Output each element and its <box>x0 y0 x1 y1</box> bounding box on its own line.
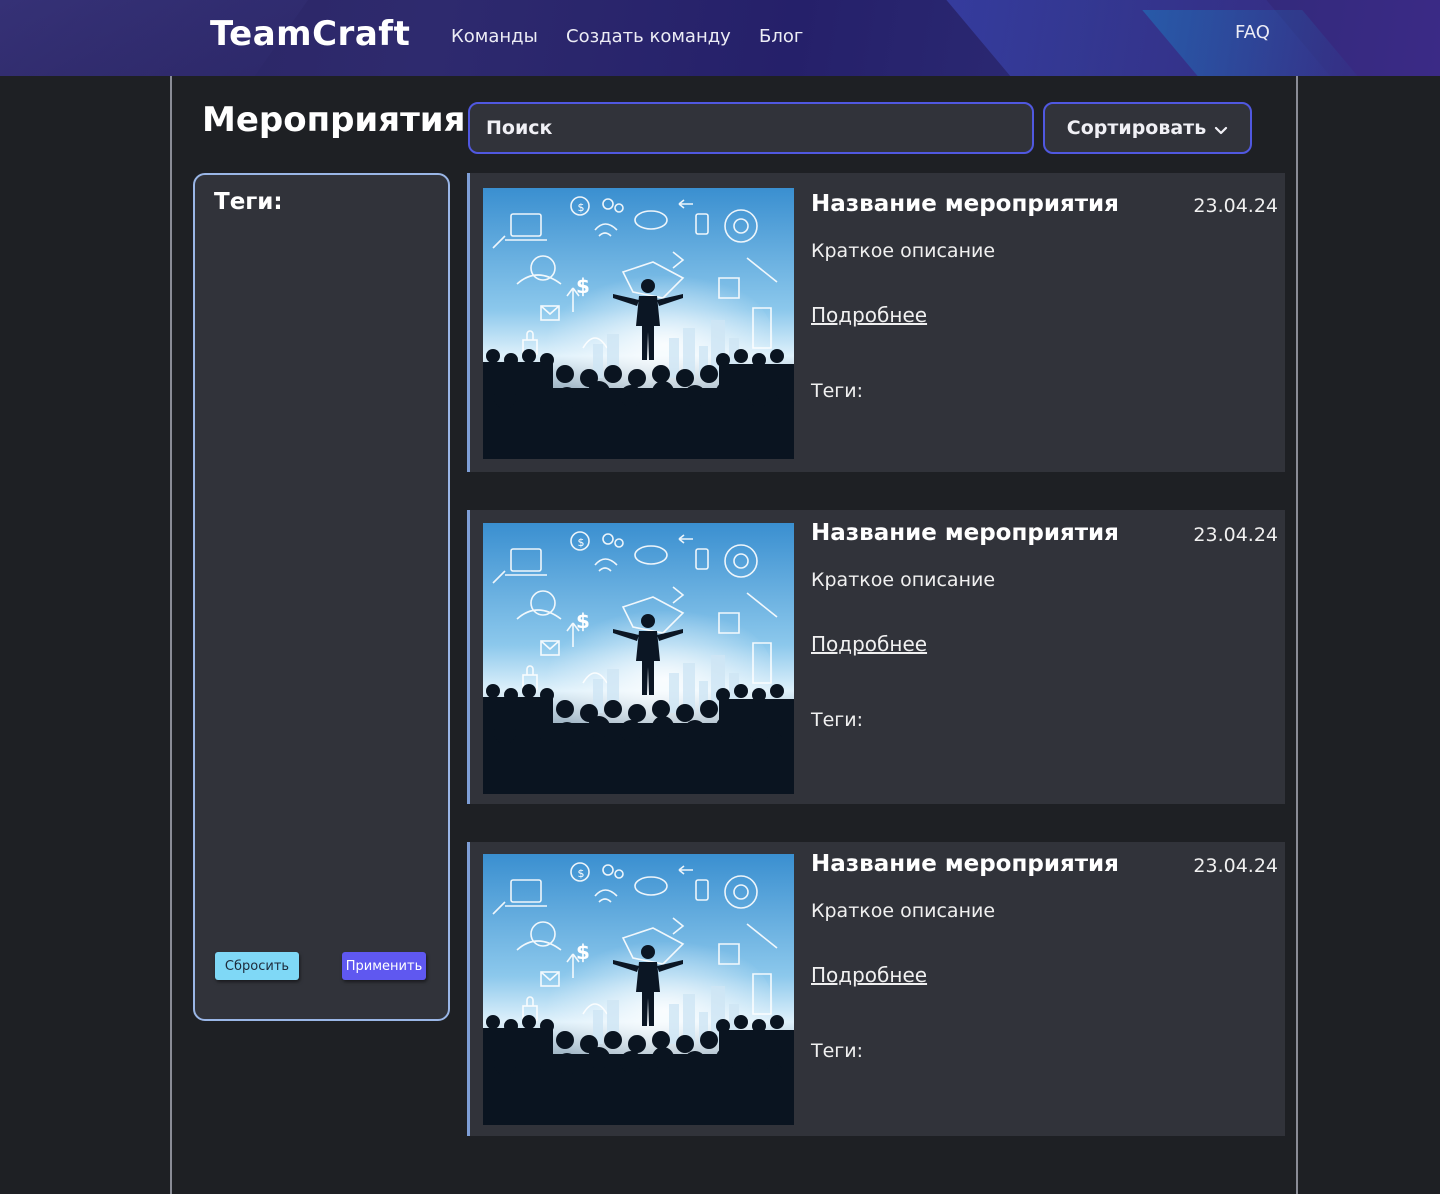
event-details-link[interactable]: Подробнее <box>811 303 927 327</box>
tags-panel-title: Теги: <box>214 189 283 215</box>
tags-filter-panel: Теги: Сбросить Применить <box>193 173 450 1021</box>
site-logo[interactable]: TeamCraft <box>210 14 410 54</box>
event-details-link[interactable]: Подробнее <box>811 632 927 656</box>
search-placeholder: Поиск <box>486 117 553 139</box>
search-input[interactable]: Поиск <box>468 102 1034 154</box>
chevron-down-icon <box>1215 126 1228 135</box>
nav-link-faq[interactable]: FAQ <box>1235 22 1270 43</box>
event-title: Название мероприятия <box>811 851 1119 877</box>
event-description: Краткое описание <box>811 240 996 262</box>
top-header: TeamCraft Команды Создать команду Блог F… <box>0 0 1440 76</box>
event-date: 23.04.24 <box>1193 855 1278 877</box>
event-image <box>483 188 794 459</box>
nav-link-blog[interactable]: Блог <box>759 26 803 47</box>
event-details-link[interactable]: Подробнее <box>811 963 927 987</box>
event-image <box>483 523 794 794</box>
event-title: Название мероприятия <box>811 520 1119 546</box>
event-title: Название мероприятия <box>811 191 1119 217</box>
nav-link-teams[interactable]: Команды <box>451 26 538 47</box>
event-description: Краткое описание <box>811 900 996 922</box>
event-card: Название мероприятия 23.04.24 Краткое оп… <box>467 173 1285 472</box>
apply-button[interactable]: Применить <box>342 952 426 980</box>
page-title: Мероприятия <box>202 100 466 140</box>
event-date: 23.04.24 <box>1193 195 1278 217</box>
event-date: 23.04.24 <box>1193 524 1278 546</box>
event-tags-label: Теги: <box>811 380 864 402</box>
sort-button[interactable]: Сортировать <box>1043 102 1252 154</box>
event-tags-label: Теги: <box>811 1040 864 1062</box>
nav-link-create-team[interactable]: Создать команду <box>566 26 731 47</box>
event-card: Название мероприятия 23.04.24 Краткое оп… <box>467 510 1285 804</box>
event-description: Краткое описание <box>811 569 996 591</box>
reset-button[interactable]: Сбросить <box>215 952 299 980</box>
event-tags-label: Теги: <box>811 709 864 731</box>
event-card: Название мероприятия 23.04.24 Краткое оп… <box>467 842 1285 1136</box>
sort-button-label: Сортировать <box>1066 117 1207 139</box>
event-image <box>483 854 794 1125</box>
